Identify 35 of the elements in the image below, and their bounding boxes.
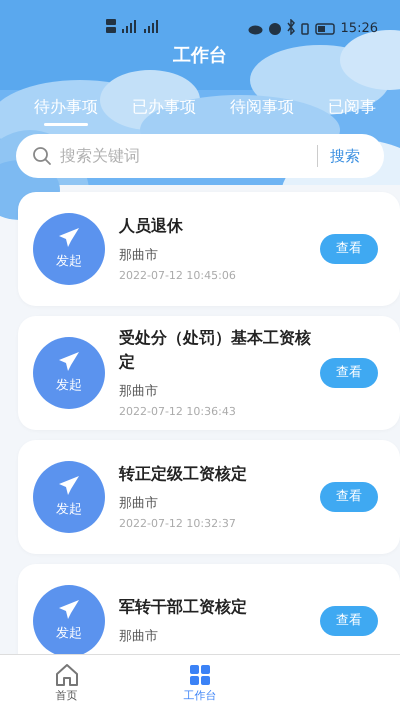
search-button[interactable]: 搜索 bbox=[330, 144, 368, 168]
nav-item[interactable]: 首页 bbox=[0, 655, 134, 711]
task-time: 2022-07-12 10:36:43 bbox=[119, 404, 237, 420]
task-title: 人员退休 bbox=[119, 215, 184, 237]
task-card[interactable]: 发起 人员退休 那曲市 2022-07-12 10:45:06 查看 bbox=[18, 192, 400, 306]
clock: 15:26 bbox=[340, 22, 378, 35]
task-location: 那曲市 bbox=[119, 495, 159, 513]
task-card[interactable]: 发起 转正定级工资核定 那曲市 2022-07-12 10:32:37 查看 bbox=[18, 440, 400, 554]
badge-label: 发起 bbox=[56, 377, 82, 396]
view-button[interactable]: 查看 bbox=[320, 358, 378, 388]
nav-item[interactable]: 工作台 bbox=[133, 655, 267, 711]
page-title: 工作台 bbox=[172, 44, 228, 68]
search-field[interactable]: 搜索关键词 bbox=[60, 144, 305, 168]
task-location: 那曲市 bbox=[119, 383, 159, 401]
task-time: 2022-07-12 10:45:06 bbox=[119, 268, 237, 284]
search-icon bbox=[32, 146, 52, 166]
search-bar[interactable]: 搜索关键词 搜索 bbox=[16, 134, 384, 178]
vibrate-icon bbox=[300, 23, 309, 35]
task-card[interactable]: 发起 受处分（处罚）基本工资核定 那曲市 2022-07-12 10:36:43 查看 bbox=[18, 316, 400, 430]
badge-label: 发起 bbox=[56, 253, 82, 272]
badge-label: 发起 bbox=[56, 625, 82, 644]
task-time: 2022-07-12 10:32:37 bbox=[119, 516, 237, 532]
task-title: 受处分（处罚）基本工资核定 bbox=[119, 327, 312, 373]
view-button[interactable]: 查看 bbox=[320, 482, 378, 512]
task-location: 那曲市 bbox=[119, 247, 159, 265]
view-button[interactable]: 查看 bbox=[320, 234, 378, 264]
task-title: 转正定级工资核定 bbox=[119, 463, 248, 485]
bluetooth-icon bbox=[286, 19, 295, 35]
battery-icon bbox=[314, 23, 335, 35]
home-icon bbox=[54, 662, 80, 688]
task-title: 军转干部工资核定 bbox=[119, 596, 248, 618]
task-location: 那曲市 bbox=[119, 628, 159, 646]
badge-label: 发起 bbox=[56, 501, 82, 520]
view-button[interactable]: 查看 bbox=[320, 606, 378, 636]
task-card[interactable]: 发起 军转干部工资核定 那曲市 查看 bbox=[18, 564, 400, 654]
